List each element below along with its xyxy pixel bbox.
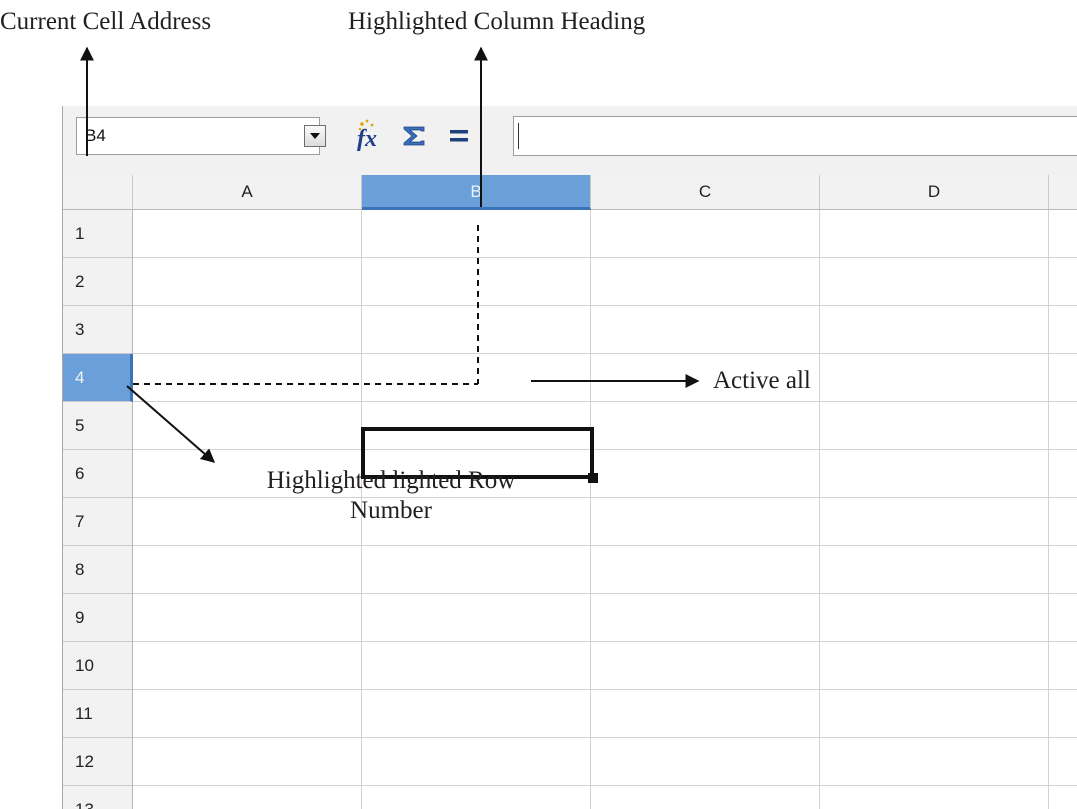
cell-c7[interactable] bbox=[591, 498, 820, 546]
column-header-c[interactable]: C bbox=[591, 175, 820, 210]
cell-d9[interactable] bbox=[820, 594, 1049, 642]
cell-c6[interactable] bbox=[591, 450, 820, 498]
cell-e4[interactable] bbox=[1049, 354, 1077, 402]
cell-a8[interactable] bbox=[133, 546, 362, 594]
chevron-down-icon[interactable] bbox=[304, 125, 326, 147]
highlighted-row-number-callout: Highlighted lighted Row Number bbox=[266, 467, 516, 524]
cell-d10[interactable] bbox=[820, 642, 1049, 690]
cell-e12[interactable] bbox=[1049, 738, 1077, 786]
cell-c12[interactable] bbox=[591, 738, 820, 786]
cell-b4[interactable] bbox=[362, 354, 591, 402]
cell-b1[interactable] bbox=[362, 210, 591, 258]
name-box-value: B4 bbox=[85, 126, 106, 145]
row-header-8[interactable]: 8 bbox=[63, 546, 133, 594]
cell-b8[interactable] bbox=[362, 546, 591, 594]
formula-input[interactable] bbox=[513, 116, 1077, 156]
cell-e8[interactable] bbox=[1049, 546, 1077, 594]
cell-b12[interactable] bbox=[362, 738, 591, 786]
cell-d6[interactable] bbox=[820, 450, 1049, 498]
cell-c11[interactable] bbox=[591, 690, 820, 738]
cell-c13[interactable] bbox=[591, 786, 820, 809]
cell-c10[interactable] bbox=[591, 642, 820, 690]
cell-d11[interactable] bbox=[820, 690, 1049, 738]
spreadsheet-window: B4 fx A B C D 12345678910111213 bbox=[62, 106, 1077, 809]
cell-d12[interactable] bbox=[820, 738, 1049, 786]
column-header-a[interactable]: A bbox=[133, 175, 362, 210]
cell-b13[interactable] bbox=[362, 786, 591, 809]
cell-e1[interactable] bbox=[1049, 210, 1077, 258]
row-header-3[interactable]: 3 bbox=[63, 306, 133, 354]
cell-a5[interactable] bbox=[133, 402, 362, 450]
formula-bar: B4 fx bbox=[63, 106, 1077, 175]
cell-d8[interactable] bbox=[820, 546, 1049, 594]
cell-e11[interactable] bbox=[1049, 690, 1077, 738]
cell-e3[interactable] bbox=[1049, 306, 1077, 354]
cell-a10[interactable] bbox=[133, 642, 362, 690]
cell-d7[interactable] bbox=[820, 498, 1049, 546]
row-header-1[interactable]: 1 bbox=[63, 210, 133, 258]
cell-d2[interactable] bbox=[820, 258, 1049, 306]
row-header-4[interactable]: 4 bbox=[63, 354, 133, 402]
cell-a4[interactable] bbox=[133, 354, 362, 402]
cell-b9[interactable] bbox=[362, 594, 591, 642]
row-header-5[interactable]: 5 bbox=[63, 402, 133, 450]
cell-d3[interactable] bbox=[820, 306, 1049, 354]
cell-a12[interactable] bbox=[133, 738, 362, 786]
row-header-10[interactable]: 10 bbox=[63, 642, 133, 690]
highlighted-column-heading-callout: Highlighted Column Heading bbox=[348, 8, 646, 35]
row-header-11[interactable]: 11 bbox=[63, 690, 133, 738]
cell-d4[interactable] bbox=[820, 354, 1049, 402]
cell-e5[interactable] bbox=[1049, 402, 1077, 450]
cell-a2[interactable] bbox=[133, 258, 362, 306]
fill-handle[interactable] bbox=[588, 473, 598, 483]
cell-c5[interactable] bbox=[591, 402, 820, 450]
cell-a1[interactable] bbox=[133, 210, 362, 258]
cell-b11[interactable] bbox=[362, 690, 591, 738]
fx-icon[interactable]: fx bbox=[353, 116, 389, 156]
cell-b10[interactable] bbox=[362, 642, 591, 690]
cell-e6[interactable] bbox=[1049, 450, 1077, 498]
current-cell-address-callout: Current Cell Address bbox=[0, 8, 212, 35]
row-header-9[interactable]: 9 bbox=[63, 594, 133, 642]
column-header-b[interactable]: B bbox=[362, 175, 591, 210]
row-header-7[interactable]: 7 bbox=[63, 498, 133, 546]
row-header-12[interactable]: 12 bbox=[63, 738, 133, 786]
cell-e9[interactable] bbox=[1049, 594, 1077, 642]
cell-c2[interactable] bbox=[591, 258, 820, 306]
cell-b3[interactable] bbox=[362, 306, 591, 354]
cell-e13[interactable] bbox=[1049, 786, 1077, 809]
cell-d1[interactable] bbox=[820, 210, 1049, 258]
row-header-13[interactable]: 13 bbox=[63, 786, 133, 809]
sigma-icon[interactable] bbox=[397, 116, 431, 156]
cell-a3[interactable] bbox=[133, 306, 362, 354]
cell-e2[interactable] bbox=[1049, 258, 1077, 306]
column-header-e[interactable] bbox=[1049, 175, 1077, 210]
row-header-6[interactable]: 6 bbox=[63, 450, 133, 498]
active-cell-callout: Active all bbox=[713, 367, 811, 394]
equals-icon[interactable] bbox=[443, 116, 477, 156]
cell-c3[interactable] bbox=[591, 306, 820, 354]
cell-c8[interactable] bbox=[591, 546, 820, 594]
sheet-grid: A B C D 12345678910111213 bbox=[63, 175, 1077, 809]
select-all-corner[interactable] bbox=[63, 175, 133, 210]
row-header-2[interactable]: 2 bbox=[63, 258, 133, 306]
cell-e10[interactable] bbox=[1049, 642, 1077, 690]
column-header-d[interactable]: D bbox=[820, 175, 1049, 210]
cell-d13[interactable] bbox=[820, 786, 1049, 809]
cell-c9[interactable] bbox=[591, 594, 820, 642]
cell-a9[interactable] bbox=[133, 594, 362, 642]
cell-a11[interactable] bbox=[133, 690, 362, 738]
cell-a13[interactable] bbox=[133, 786, 362, 809]
cell-d5[interactable] bbox=[820, 402, 1049, 450]
cell-c1[interactable] bbox=[591, 210, 820, 258]
cell-b2[interactable] bbox=[362, 258, 591, 306]
cell-e7[interactable] bbox=[1049, 498, 1077, 546]
name-box[interactable]: B4 bbox=[76, 117, 326, 155]
